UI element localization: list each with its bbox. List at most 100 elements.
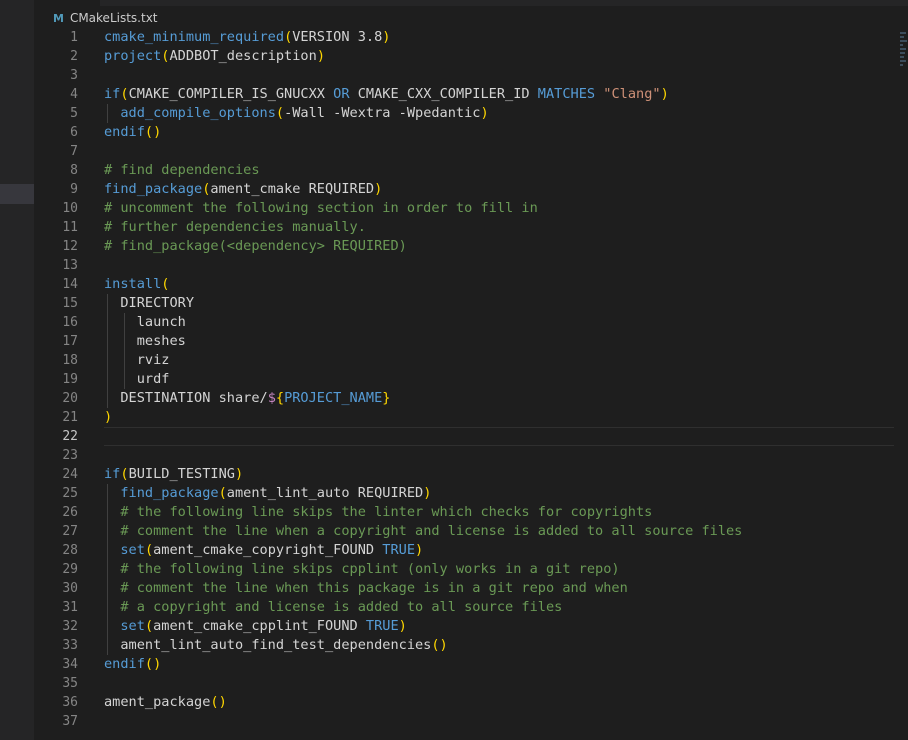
code-token: PROJECT_NAME — [284, 390, 383, 406]
code-token: CMAKE_COMPILER_IS_GNUCXX — [128, 86, 334, 102]
code-token: # comment the line when a copyright and … — [120, 523, 743, 539]
code-line[interactable]: endif() — [104, 655, 894, 674]
activity-strip-highlight — [0, 184, 34, 204]
code-token: CMAKE_CXX_COMPILER_ID — [349, 86, 538, 102]
code-token: ) — [234, 466, 244, 482]
code-line[interactable]: # the following line skips cpplint (only… — [104, 560, 894, 579]
code-line[interactable]: if(BUILD_TESTING) — [104, 465, 894, 484]
code-line[interactable]: ) — [104, 408, 894, 427]
code-line[interactable]: set(ament_cmake_cpplint_FOUND TRUE) — [104, 617, 894, 636]
code-token: meshes — [104, 333, 186, 349]
code-line[interactable] — [104, 142, 894, 161]
code-token: ament_cmake_copyright_FOUND — [153, 542, 383, 558]
line-number: 23 — [62, 448, 78, 463]
code-token: () — [144, 656, 162, 672]
minimap[interactable] — [900, 30, 908, 90]
code-token: project — [104, 48, 162, 64]
code-token: ) — [415, 542, 424, 558]
code-line[interactable]: # uncomment the following section in ord… — [104, 199, 894, 218]
tab-strip-edge — [100, 0, 908, 6]
code-line[interactable] — [104, 427, 894, 446]
line-number: 31 — [62, 600, 78, 615]
code-token: ament_cmake_cpplint_FOUND — [153, 618, 366, 634]
code-token: ) — [660, 86, 669, 102]
code-line[interactable]: DESTINATION share/${PROJECT_NAME} — [104, 389, 894, 408]
line-number: 21 — [62, 410, 78, 425]
code-token: ) — [382, 29, 391, 45]
code-token: # a copyright and license is added to al… — [120, 599, 563, 615]
line-number: 18 — [62, 353, 78, 368]
code-line[interactable]: # a copyright and license is added to al… — [104, 598, 894, 617]
code-token: OR — [333, 86, 350, 102]
code-line[interactable]: find_package(ament_cmake REQUIRED) — [104, 180, 894, 199]
code-line[interactable]: DIRECTORY — [104, 294, 894, 313]
code-token: ament_package — [104, 694, 211, 710]
line-number: 12 — [62, 239, 78, 254]
code-token: DESTINATION share/ — [104, 390, 268, 406]
code-line[interactable] — [104, 256, 894, 275]
code-line[interactable]: # comment the line when a copyright and … — [104, 522, 894, 541]
line-number: 1 — [70, 30, 78, 45]
code-token: # uncomment the following section in ord… — [104, 200, 538, 216]
code-line[interactable] — [104, 712, 894, 731]
line-number: 28 — [62, 543, 78, 558]
code-token: ( — [218, 485, 227, 501]
line-number: 26 — [62, 505, 78, 520]
activity-strip — [0, 0, 34, 740]
code-line[interactable]: add_compile_options(-Wall -Wextra -Wpeda… — [104, 104, 894, 123]
code-token: () — [144, 124, 162, 140]
code-token: ) — [316, 48, 325, 64]
code-token: if — [104, 466, 121, 482]
code-token: ( — [144, 542, 154, 558]
code-token: BUILD_TESTING — [128, 466, 235, 482]
breadcrumb[interactable]: M CMakeLists.txt — [53, 9, 158, 27]
code-line[interactable]: rviz — [104, 351, 894, 370]
code-line[interactable]: launch — [104, 313, 894, 332]
code-line[interactable]: # further dependencies manually. — [104, 218, 894, 237]
code-token: add_compile_options — [120, 105, 276, 121]
code-token: ) — [104, 409, 113, 425]
indent-guide — [107, 294, 108, 408]
code-token: ament_cmake REQUIRED — [210, 181, 375, 197]
code-token: VERSION 3.8 — [292, 29, 383, 45]
code-editor[interactable]: cmake_minimum_required(VERSION 3.8) proje… — [104, 28, 894, 731]
code-token: # find dependencies — [104, 162, 260, 178]
code-line[interactable]: set(ament_cmake_copyright_FOUND TRUE) — [104, 541, 894, 560]
code-line[interactable]: meshes — [104, 332, 894, 351]
line-number: 22 — [62, 429, 78, 444]
line-number: 4 — [70, 87, 78, 102]
code-line[interactable] — [104, 446, 894, 465]
code-line[interactable]: install( — [104, 275, 894, 294]
code-line[interactable]: # the following line skips the linter wh… — [104, 503, 894, 522]
line-number: 7 — [70, 144, 78, 159]
code-token: find_package — [120, 485, 219, 501]
code-line[interactable]: # find_package(<dependency> REQUIRED) — [104, 237, 894, 256]
code-line[interactable]: ament_lint_auto_find_test_dependencies() — [104, 636, 894, 655]
code-token: TRUE — [365, 618, 399, 634]
indent-guide — [107, 484, 108, 655]
code-token: if — [104, 86, 121, 102]
code-line[interactable]: cmake_minimum_required(VERSION 3.8) — [104, 28, 894, 47]
code-token: ) — [480, 105, 489, 121]
code-line[interactable]: # find dependencies — [104, 161, 894, 180]
code-token: ( — [161, 276, 170, 292]
code-line[interactable] — [104, 66, 894, 85]
line-number: 11 — [62, 220, 78, 235]
code-line[interactable]: ament_package() — [104, 693, 894, 712]
code-line[interactable] — [104, 674, 894, 693]
code-line[interactable]: endif() — [104, 123, 894, 142]
code-token: } — [382, 390, 391, 406]
code-line[interactable]: # comment the line when this package is … — [104, 579, 894, 598]
code-line[interactable]: urdf — [104, 370, 894, 389]
line-number: 6 — [70, 125, 78, 140]
code-token: # find_package(<dependency> REQUIRED) — [104, 238, 407, 254]
code-token: ) — [374, 181, 383, 197]
code-line[interactable]: project(ADDBOT_description) — [104, 47, 894, 66]
code-token: $ — [267, 390, 276, 406]
code-token: # further dependencies manually. — [104, 219, 366, 235]
line-number: 30 — [62, 581, 78, 596]
code-line[interactable]: find_package(ament_lint_auto REQUIRED) — [104, 484, 894, 503]
breadcrumb-filename[interactable]: CMakeLists.txt — [70, 11, 158, 25]
code-line[interactable]: if(CMAKE_COMPILER_IS_GNUCXX OR CMAKE_CXX… — [104, 85, 894, 104]
code-token: DIRECTORY — [104, 295, 195, 311]
